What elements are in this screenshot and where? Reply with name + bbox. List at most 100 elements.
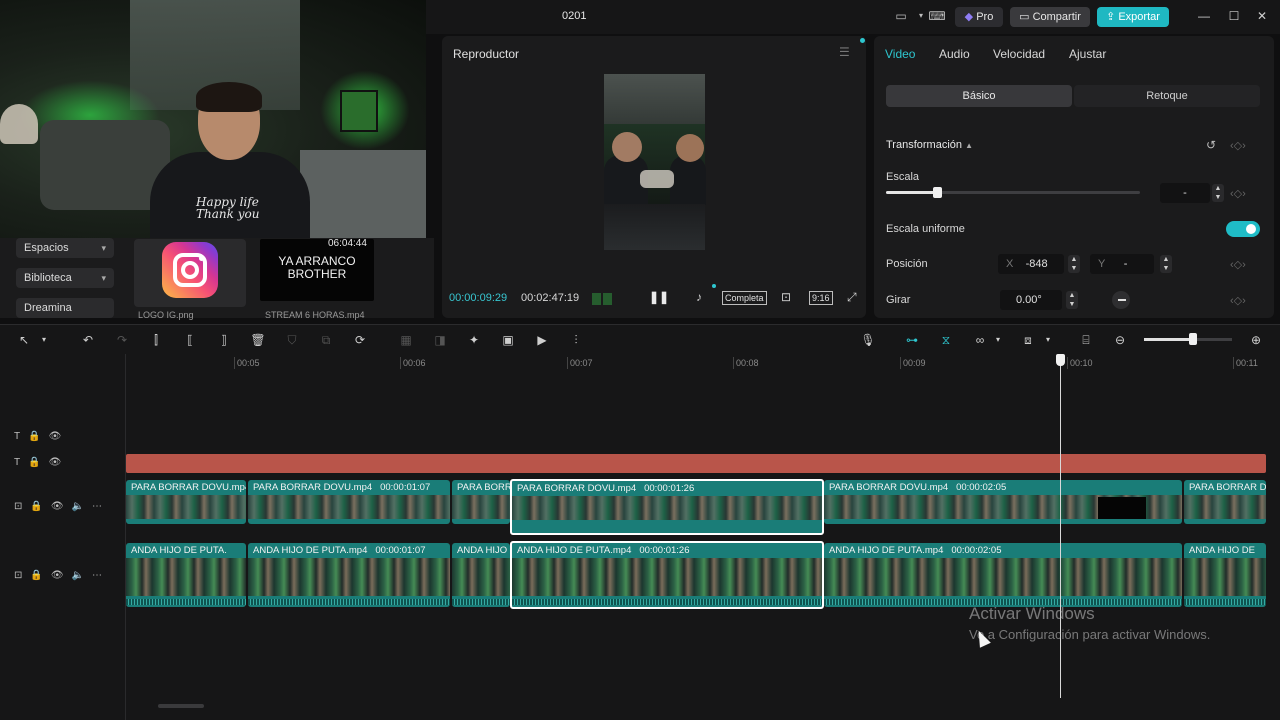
timeline-clip[interactable]: PARA BORRAR DOVU.mp4 xyxy=(126,480,246,524)
lock-icon[interactable]: 🔒 xyxy=(30,570,50,581)
keyframe-icon[interactable]: ‹◇› xyxy=(1230,139,1246,152)
magnet-link-icon[interactable]: ⊶ xyxy=(904,332,920,348)
timeline-clip[interactable]: ANDA HIJO DE PUTA.mp4 00:00:02:05 xyxy=(824,543,1182,607)
timeline-clip[interactable]: PARA BORRAR DOVU.mp4 00:00:01:07 xyxy=(248,480,450,524)
text-track-controls[interactable]: T🔒👁 xyxy=(14,431,69,442)
text-track-controls[interactable]: T🔒👁 xyxy=(14,457,69,468)
timeline-clip-selected[interactable]: ANDA HIJO DE PUTA.mp4 00:00:01:26 xyxy=(510,541,824,609)
position-y-stepper[interactable]: ▲ ▼ xyxy=(1160,255,1172,273)
tab-velocidad[interactable]: Velocidad xyxy=(993,47,1045,61)
position-y-field[interactable]: Y - xyxy=(1090,254,1154,274)
reset-icon[interactable]: ↺ xyxy=(1206,138,1216,152)
maximize-icon[interactable]: ☐ xyxy=(1226,8,1242,24)
lock-icon[interactable]: 🔒 xyxy=(30,501,50,512)
sidebar-item-dreamina[interactable]: Dreamina xyxy=(16,298,114,318)
eye-icon[interactable]: 👁 xyxy=(51,501,72,512)
freeze-icon[interactable]: ▦ xyxy=(398,332,414,348)
preview-axis-icon[interactable]: ⧈ xyxy=(1020,332,1036,348)
menu-icon[interactable]: ☰ xyxy=(839,45,850,59)
keyframe-icon[interactable]: ‹◇› xyxy=(1230,187,1246,200)
speaker-icon[interactable]: 🔈 xyxy=(72,501,92,512)
delete-icon[interactable]: 🗑 xyxy=(250,332,266,348)
split-right-icon[interactable]: ⟧ xyxy=(216,332,232,348)
caption-icon[interactable]: ⌸ xyxy=(1078,332,1094,348)
timeline-clip[interactable]: PARA BORRAR xyxy=(452,480,510,524)
timeline-clip[interactable]: PARA BORRAR DO xyxy=(1184,480,1266,524)
tab-ajustar[interactable]: Ajustar xyxy=(1069,47,1106,61)
video-enhance-icon[interactable]: ▶ xyxy=(534,332,550,348)
keyboard-icon[interactable]: ⌨ xyxy=(928,9,946,23)
zoom-in-icon[interactable]: ⊕ xyxy=(1248,332,1264,348)
timeline-clip[interactable]: ANDA HIJO xyxy=(452,543,510,607)
timeline-clip[interactable]: ANDA HIJO DE xyxy=(1184,543,1266,607)
keyframe-icon[interactable]: ‹◇› xyxy=(1230,294,1246,307)
close-icon[interactable]: ✕ xyxy=(1254,8,1270,24)
playhead[interactable] xyxy=(1060,356,1061,698)
screenshot-icon[interactable]: ⊡ xyxy=(781,290,791,304)
keyframe-icon[interactable]: ‹◇› xyxy=(1230,258,1246,271)
reverse-icon[interactable]: ◨ xyxy=(432,332,448,348)
horizontal-scrollbar[interactable] xyxy=(158,704,204,708)
position-x-stepper[interactable]: ▲ ▼ xyxy=(1068,255,1080,273)
eye-icon[interactable]: 👁 xyxy=(49,431,70,442)
position-x-field[interactable]: X -848 xyxy=(998,254,1064,274)
rotate-stepper[interactable]: ▲ ▼ xyxy=(1066,291,1078,309)
quality-button[interactable]: Completa xyxy=(722,291,767,305)
chevron-down-icon[interactable]: ▾ xyxy=(990,332,1006,348)
timeline-clip-selected[interactable]: PARA BORRAR DOVU.mp4 00:00:01:26 xyxy=(510,479,824,535)
timeline-clip[interactable]: ANDA HIJO DE PUTA.mp4 00:00:01:07 xyxy=(248,543,450,607)
eye-icon[interactable]: 👁 xyxy=(49,457,70,468)
scale-slider-handle[interactable] xyxy=(933,187,942,198)
share-button[interactable]: ▭ Compartir xyxy=(1010,7,1090,27)
split-left-icon[interactable]: ⟦ xyxy=(182,332,198,348)
audio-beat-icon[interactable]: ⫶ xyxy=(568,332,584,348)
pro-button[interactable]: ◆ Pro xyxy=(955,7,1003,27)
track-thumbnail-icon[interactable]: ⊡ xyxy=(14,501,30,512)
hd-icon[interactable]: ▣ xyxy=(500,332,516,348)
lock-icon[interactable]: 🔒 xyxy=(28,431,48,442)
more-icon[interactable]: ⋯ xyxy=(92,501,110,512)
chevron-down-icon[interactable]: ▾ xyxy=(36,332,52,348)
undo-icon[interactable]: ↶ xyxy=(80,332,96,348)
subtab-retoque[interactable]: Retoque xyxy=(1074,85,1260,107)
pause-button[interactable]: ❚❚ xyxy=(649,290,669,304)
fullscreen-icon[interactable]: ⤢ xyxy=(847,290,857,305)
tab-audio[interactable]: Audio xyxy=(939,47,970,61)
text-track-clip[interactable] xyxy=(126,454,1266,473)
magic-wand-icon[interactable]: ✦ xyxy=(466,332,482,348)
minimize-icon[interactable]: — xyxy=(1196,8,1212,24)
link-icon[interactable]: ∞ xyxy=(972,332,988,348)
snap-icon[interactable]: ⧖ xyxy=(938,332,954,348)
auto-reframe-icon[interactable]: ⟳ xyxy=(352,332,368,348)
sidebar-item-espacios[interactable]: Espacios ▾ xyxy=(16,238,114,258)
shield-icon[interactable]: ⛉ xyxy=(284,332,300,348)
scale-stepper[interactable]: ▲ ▼ xyxy=(1212,184,1224,202)
subtab-basico[interactable]: Básico xyxy=(886,85,1072,107)
split-icon[interactable]: ⫿ xyxy=(148,332,164,348)
export-button[interactable]: ⇪ Exportar xyxy=(1097,7,1169,27)
eye-icon[interactable]: 👁 xyxy=(51,570,72,581)
timeline-clip[interactable]: ANDA HIJO DE PUTA. xyxy=(126,543,246,607)
video-track-controls[interactable]: ⊡🔒👁🔈⋯ xyxy=(14,501,110,512)
sidebar-item-biblioteca[interactable]: Biblioteca ▾ xyxy=(16,268,114,288)
lock-icon[interactable]: 🔒 xyxy=(28,457,48,468)
playhead-handle[interactable] xyxy=(1056,354,1065,366)
tiktok-icon[interactable]: ♪ xyxy=(696,290,702,304)
select-cursor-icon[interactable]: ↖ xyxy=(16,332,32,348)
more-icon[interactable]: ⋯ xyxy=(92,570,110,581)
speaker-icon[interactable]: 🔈 xyxy=(72,570,92,581)
microphone-icon[interactable]: 🎙 xyxy=(860,332,876,348)
redo-icon[interactable]: ↷ xyxy=(114,332,130,348)
zoom-slider-handle[interactable] xyxy=(1189,333,1197,345)
scale-input[interactable]: - xyxy=(1160,183,1210,203)
zoom-out-icon[interactable]: ⊖ xyxy=(1112,332,1128,348)
tab-video[interactable]: Video xyxy=(885,47,915,61)
transform-section[interactable]: Transformación ▲ xyxy=(886,139,973,151)
crop-icon[interactable]: ⧉ xyxy=(318,332,334,348)
rotate-input[interactable]: 0.00° xyxy=(1000,290,1062,310)
chevron-down-icon[interactable]: ▾ xyxy=(1040,332,1056,348)
video-track-controls[interactable]: ⊡🔒👁🔈⋯ xyxy=(14,570,110,581)
layout-icon[interactable]: ▭ xyxy=(892,9,910,23)
aspect-ratio-button[interactable]: 9:16 xyxy=(809,291,833,305)
track-thumbnail-icon[interactable]: ⊡ xyxy=(14,570,30,581)
